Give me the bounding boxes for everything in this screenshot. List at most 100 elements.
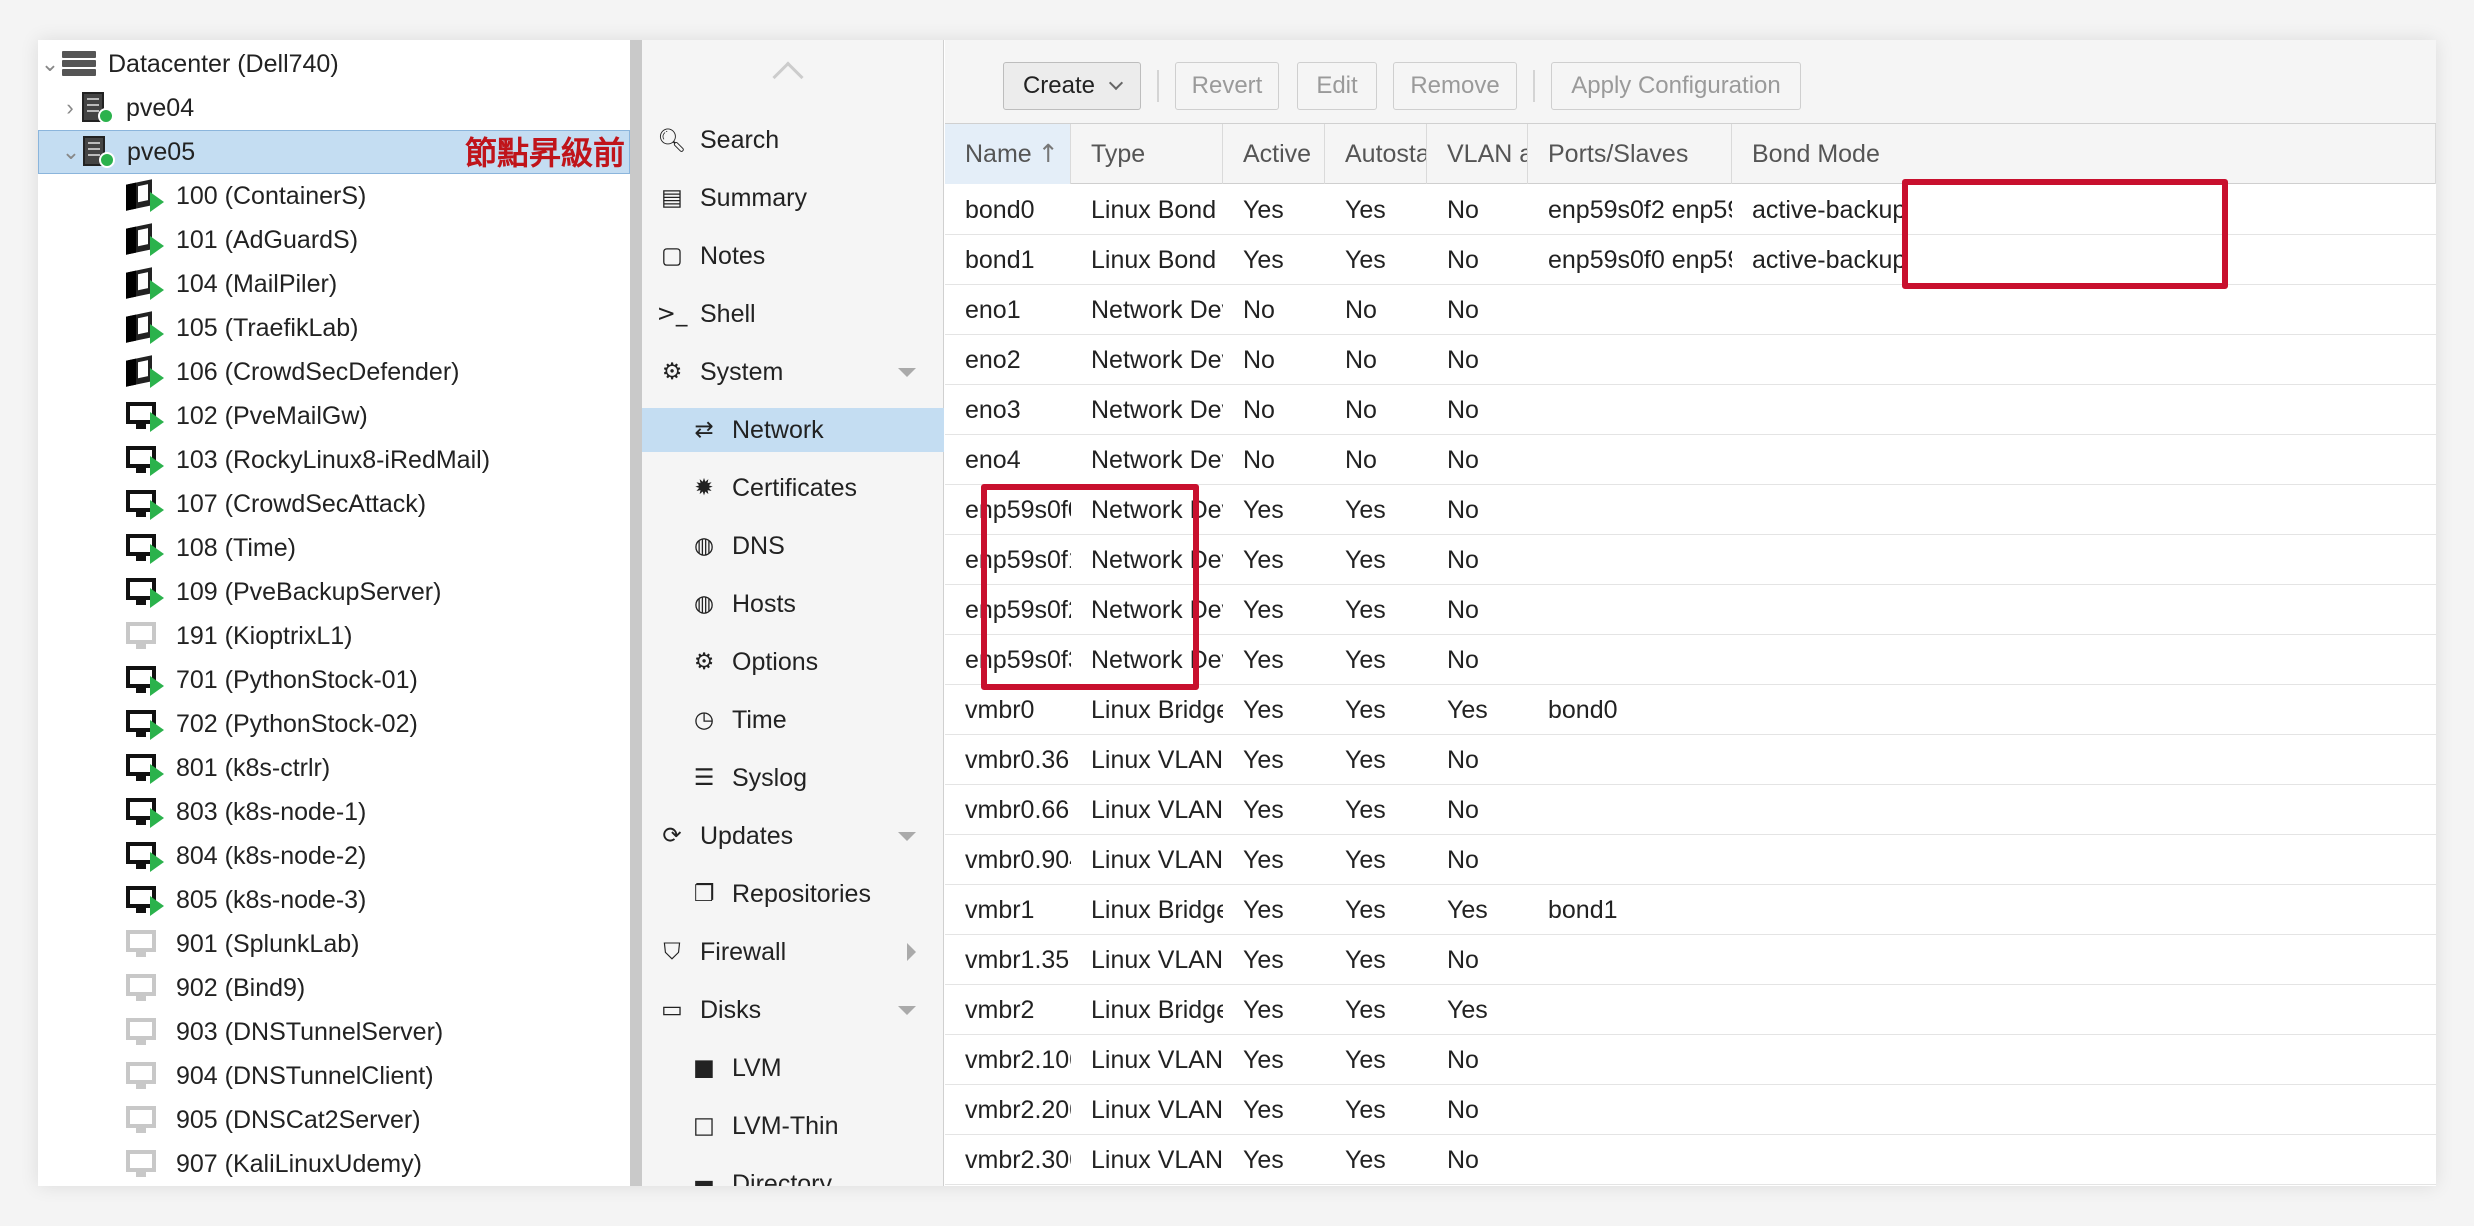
table-row[interactable]: enp59s0f2 Network Device Yes Yes No bbox=[945, 585, 2436, 635]
tree-item-guest[interactable]: 907 (KaliLinuxUdemy) bbox=[38, 1142, 630, 1186]
table-row[interactable]: bond1 Linux Bond Yes Yes No enp59s0f0 enp59s0… bbox=[945, 235, 2436, 285]
menu-item-summary[interactable]: ▤ Summary bbox=[642, 176, 944, 220]
tree-item-guest[interactable]: 108 (Time) bbox=[38, 526, 630, 570]
menu-item-dns[interactable]: ◍ DNS bbox=[642, 524, 944, 568]
table-cell: Yes bbox=[1345, 196, 1386, 224]
tree-item-guest[interactable]: 191 (KioptrixL1) bbox=[38, 614, 630, 658]
table-cell bbox=[1528, 385, 1732, 435]
table-row[interactable]: vmbr2 Linux Bridge Yes Yes Yes bbox=[945, 985, 2436, 1035]
create-button[interactable]: Create bbox=[1003, 62, 1141, 110]
tree-item-guest[interactable]: 105 (TraefikLab) bbox=[38, 306, 630, 350]
table-cell: Linux VLAN bbox=[1091, 1096, 1223, 1124]
edit-button[interactable]: Edit bbox=[1297, 62, 1377, 110]
menu-item-disks[interactable]: ▭ Disks bbox=[642, 988, 944, 1032]
table-row[interactable]: vmbr2.100 Linux VLAN Yes Yes No bbox=[945, 1035, 2436, 1085]
table-cell: Linux VLAN bbox=[1091, 946, 1223, 974]
table-row[interactable]: vmbr0 Linux Bridge Yes Yes Yes bond0 bbox=[945, 685, 2436, 735]
table-row[interactable]: vmbr2.200 Linux VLAN Yes Yes No bbox=[945, 1085, 2436, 1135]
menu-item-lvm-thin[interactable]: □ LVM-Thin bbox=[642, 1104, 944, 1148]
menu-item-network[interactable]: ⇄ Network bbox=[642, 408, 944, 452]
tree-item-guest[interactable]: 804 (k8s-node-2) bbox=[38, 834, 630, 878]
table-row[interactable]: enp59s0f1 Network Device Yes Yes No bbox=[945, 535, 2436, 585]
menu-item-firewall[interactable]: ⛉ Firewall bbox=[642, 930, 944, 974]
column-header[interactable]: Active bbox=[1223, 124, 1325, 184]
column-header[interactable]: Type bbox=[1071, 124, 1223, 184]
table-row[interactable]: vmbr0.904 Linux VLAN Yes Yes No bbox=[945, 835, 2436, 885]
table-cell: vmbr2.300 bbox=[965, 1146, 1071, 1174]
menu-item-system[interactable]: ⚙ System bbox=[642, 350, 944, 394]
tree-item-guest[interactable]: 103 (RockyLinux8-iRedMail) bbox=[38, 438, 630, 482]
tree-item-guest[interactable]: 702 (PythonStock-02) bbox=[38, 702, 630, 746]
tree-item-guest[interactable]: 102 (PveMailGw) bbox=[38, 394, 630, 438]
menu-item-directory[interactable]: ▬ Directory bbox=[642, 1162, 944, 1187]
table-row[interactable]: enp59s0f3 Network Device Yes Yes No bbox=[945, 635, 2436, 685]
menu-item-search[interactable]: 🔍︎ Search bbox=[642, 118, 944, 162]
menu-item-time[interactable]: ◷ Time bbox=[642, 698, 944, 742]
menu-item-notes[interactable]: ▢ Notes bbox=[642, 234, 944, 278]
table-row[interactable]: eno3 Network Device No No No bbox=[945, 385, 2436, 435]
table-cell: Yes bbox=[1345, 996, 1386, 1024]
column-header[interactable]: VLAN a... bbox=[1427, 124, 1528, 184]
gear-icon: ⚙ bbox=[693, 649, 715, 675]
tree-item-guest[interactable]: 901 (SplunkLab) bbox=[38, 922, 630, 966]
menu-item-syslog[interactable]: ☰ Syslog bbox=[642, 756, 944, 800]
tree-item-guest[interactable]: 101 (AdGuardS) bbox=[38, 218, 630, 262]
expand-icon[interactable]: › bbox=[58, 95, 82, 121]
tree-item-guest[interactable]: 104 (MailPiler) bbox=[38, 262, 630, 306]
menu-item-shell[interactable]: >_ Shell bbox=[642, 292, 944, 336]
tree-item-guest[interactable]: 904 (DNSTunnelClient) bbox=[38, 1054, 630, 1098]
table-row[interactable]: vmbr0.36 Linux VLAN Yes Yes No bbox=[945, 735, 2436, 785]
menu-item-options[interactable]: ⚙ Options bbox=[642, 640, 944, 684]
tree-item-guest[interactable]: 107 (CrowdSecAttack) bbox=[38, 482, 630, 526]
table-row[interactable]: enp59s0f0 Network Device Yes Yes No bbox=[945, 485, 2436, 535]
menu-item-label: Repositories bbox=[732, 879, 871, 908]
chevron-down-icon[interactable] bbox=[898, 1005, 916, 1015]
chevron-right-icon[interactable] bbox=[907, 943, 916, 961]
square-outline-icon: □ bbox=[693, 1113, 715, 1139]
tree-item-guest[interactable]: 902 (Bind9) bbox=[38, 966, 630, 1010]
tree-item-datacenter[interactable]: ⌄ Datacenter (Dell740) bbox=[38, 42, 630, 86]
apply-configuration-button[interactable]: Apply Configuration bbox=[1551, 62, 1801, 110]
collapse-icon[interactable]: ⌄ bbox=[38, 51, 62, 77]
tree-item-guest[interactable]: 803 (k8s-node-1) bbox=[38, 790, 630, 834]
menu-item-label: Updates bbox=[700, 821, 794, 850]
tree-item-label: 804 (k8s-node-2) bbox=[176, 841, 367, 870]
table-row[interactable]: bond0 Linux Bond Yes Yes No enp59s0f2 enp59s0… bbox=[945, 185, 2436, 235]
table-row[interactable]: eno1 Network Device No No No bbox=[945, 285, 2436, 335]
remove-button[interactable]: Remove bbox=[1393, 62, 1517, 110]
table-row[interactable]: eno4 Network Device No No No bbox=[945, 435, 2436, 485]
table-row[interactable]: vmbr0.66 Linux VLAN Yes Yes No bbox=[945, 785, 2436, 835]
tree-item-guest[interactable]: 805 (k8s-node-3) bbox=[38, 878, 630, 922]
column-header[interactable]: Bond Mode bbox=[1732, 124, 2436, 184]
chevron-down-icon[interactable] bbox=[898, 367, 916, 377]
table-cell bbox=[1732, 885, 2436, 935]
table-row[interactable]: eno2 Network Device No No No bbox=[945, 335, 2436, 385]
tree-item-guest[interactable]: 109 (PveBackupServer) bbox=[38, 570, 630, 614]
table-row[interactable]: vmbr1.35 Linux VLAN Yes Yes No bbox=[945, 935, 2436, 985]
revert-button[interactable]: Revert bbox=[1175, 62, 1279, 110]
table-cell bbox=[1732, 335, 2436, 385]
menu-item-hosts[interactable]: ◍ Hosts bbox=[642, 582, 944, 626]
scroll-up-icon[interactable] bbox=[772, 61, 804, 93]
column-header[interactable]: Name ↑ bbox=[945, 124, 1071, 184]
menu-item-repositories[interactable]: ❐ Repositories bbox=[642, 872, 944, 916]
chevron-down-icon[interactable] bbox=[898, 831, 916, 841]
tree-item-guest[interactable]: 100 (ContainerS) bbox=[38, 174, 630, 218]
menu-item-lvm[interactable]: ■ LVM bbox=[642, 1046, 944, 1090]
tree-item-guest[interactable]: 106 (CrowdSecDefender) bbox=[38, 350, 630, 394]
tree-item-guest[interactable]: 905 (DNSCat2Server) bbox=[38, 1098, 630, 1142]
tree-item-guest[interactable]: 903 (DNSTunnelServer) bbox=[38, 1010, 630, 1054]
column-header[interactable]: Autostart bbox=[1325, 124, 1427, 184]
tree-item-guest[interactable]: 701 (PythonStock-01) bbox=[38, 658, 630, 702]
tree-item-guest[interactable]: 801 (k8s-ctrlr) bbox=[38, 746, 630, 790]
tree-item-node-pve05[interactable]: ⌄ pve05 節點昇級前 bbox=[38, 130, 630, 174]
collapse-icon[interactable]: ⌄ bbox=[59, 139, 83, 165]
vm-stopped-icon bbox=[126, 1016, 164, 1048]
tree-item-node-pve04[interactable]: › pve04 bbox=[38, 86, 630, 130]
table-row[interactable]: vmbr1 Linux Bridge Yes Yes Yes bond1 bbox=[945, 885, 2436, 935]
menu-item-updates[interactable]: ⟳ Updates bbox=[642, 814, 944, 858]
table-row[interactable]: vmbr2.300 Linux VLAN Yes Yes No bbox=[945, 1135, 2436, 1185]
column-header[interactable]: Ports/Slaves bbox=[1528, 124, 1732, 184]
menu-item-certificates[interactable]: ✹ Certificates bbox=[642, 466, 944, 510]
panel-splitter[interactable] bbox=[630, 40, 642, 1186]
